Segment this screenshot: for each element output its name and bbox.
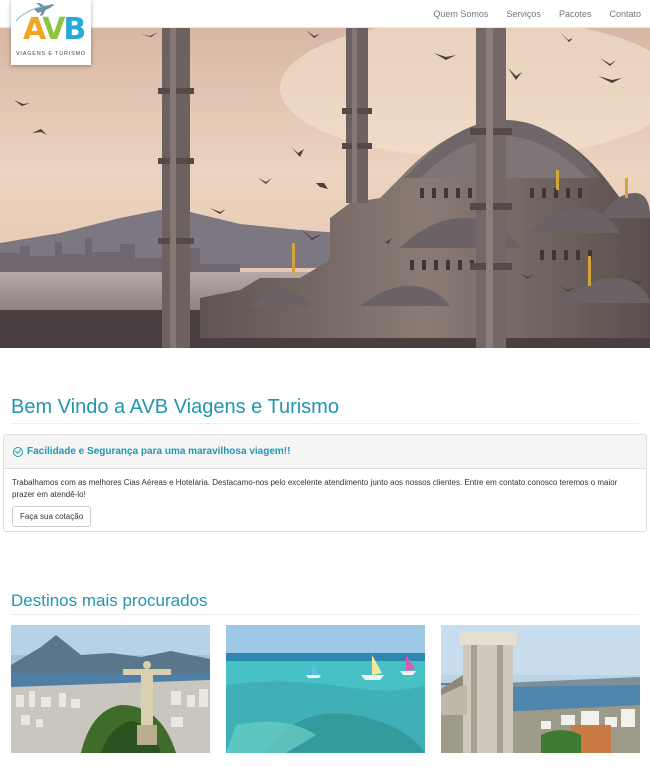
- beach-photo: [226, 625, 425, 753]
- brand-logo[interactable]: AVB VIAGENS E TURISMO: [11, 0, 91, 65]
- quote-button[interactable]: Faça sua cotação: [12, 506, 92, 527]
- info-panel-header: Facilidade e Segurança para uma maravilh…: [4, 435, 646, 469]
- destinations-heading: Destinos mais procurados: [11, 591, 208, 610]
- destination-card-salvador[interactable]: [441, 625, 640, 753]
- info-panel-title: Facilidade e Segurança para uma maravilh…: [27, 446, 291, 457]
- logo-wordmark: AVB: [23, 12, 86, 47]
- info-panel: Facilidade e Segurança para uma maravilh…: [3, 434, 647, 532]
- hero-mosque-image: [0, 28, 650, 348]
- check-circle-icon: [13, 446, 23, 457]
- info-panel-body: Trabalhamos com as melhores Cias Aéreas …: [4, 469, 646, 531]
- navbar: Quem Somos Serviços Pacotes Contato: [0, 0, 650, 28]
- hero-carousel[interactable]: [0, 28, 650, 348]
- nav-item-pacotes[interactable]: Pacotes: [550, 9, 601, 19]
- welcome-divider: [11, 423, 639, 424]
- nav-item-servicos[interactable]: Serviços: [497, 9, 550, 19]
- info-panel-text: Trabalhamos com as melhores Cias Aéreas …: [12, 478, 618, 499]
- logo-tagline: VIAGENS E TURISMO: [15, 51, 87, 57]
- nav-item-quem-somos[interactable]: Quem Somos: [433, 9, 497, 19]
- nav-item-contato[interactable]: Contato: [600, 9, 650, 19]
- salvador-photo: [441, 625, 640, 753]
- nav-menu: Quem Somos Serviços Pacotes Contato: [433, 0, 650, 28]
- welcome-heading: Bem Vindo a AVB Viagens e Turismo: [11, 396, 339, 418]
- destination-card-rio[interactable]: [11, 625, 210, 753]
- rio-photo: [11, 625, 210, 753]
- destinations-divider: [11, 614, 639, 615]
- destination-card-beach[interactable]: [226, 625, 425, 753]
